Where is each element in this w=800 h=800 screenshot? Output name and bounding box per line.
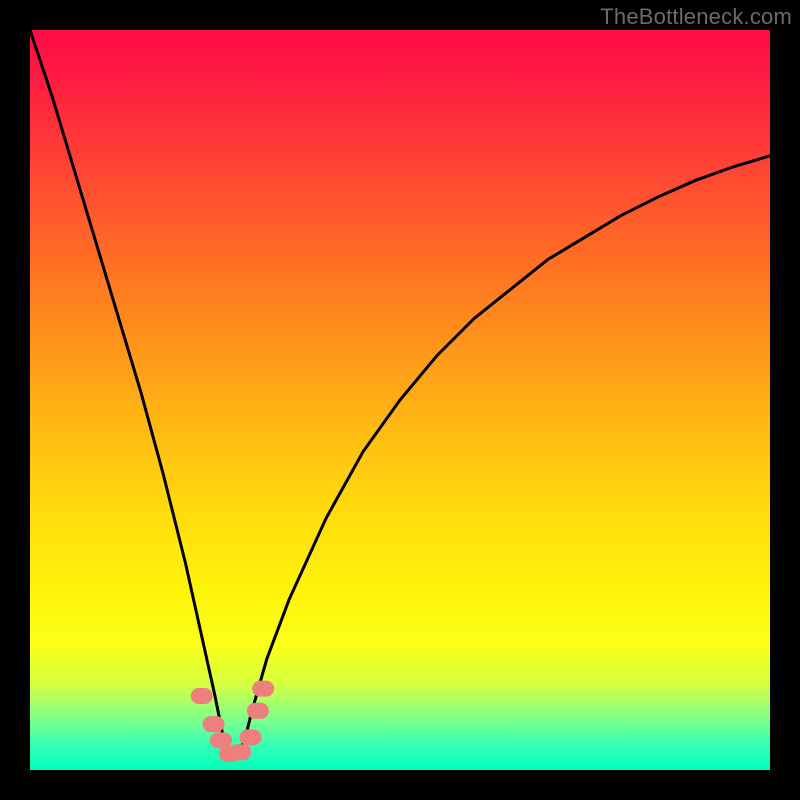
curve-marker — [252, 681, 274, 697]
curve-layer — [30, 30, 770, 770]
plot-area — [30, 30, 770, 770]
curve-marker — [229, 744, 251, 760]
chart-frame: TheBottleneck.com — [0, 0, 800, 800]
curve-marker — [203, 716, 225, 732]
curve-marker — [247, 703, 269, 719]
curve-marker — [191, 688, 213, 704]
watermark-text: TheBottleneck.com — [600, 4, 792, 30]
bottleneck-curve — [30, 30, 770, 755]
curve-marker — [240, 729, 262, 745]
curve-markers — [191, 681, 274, 762]
